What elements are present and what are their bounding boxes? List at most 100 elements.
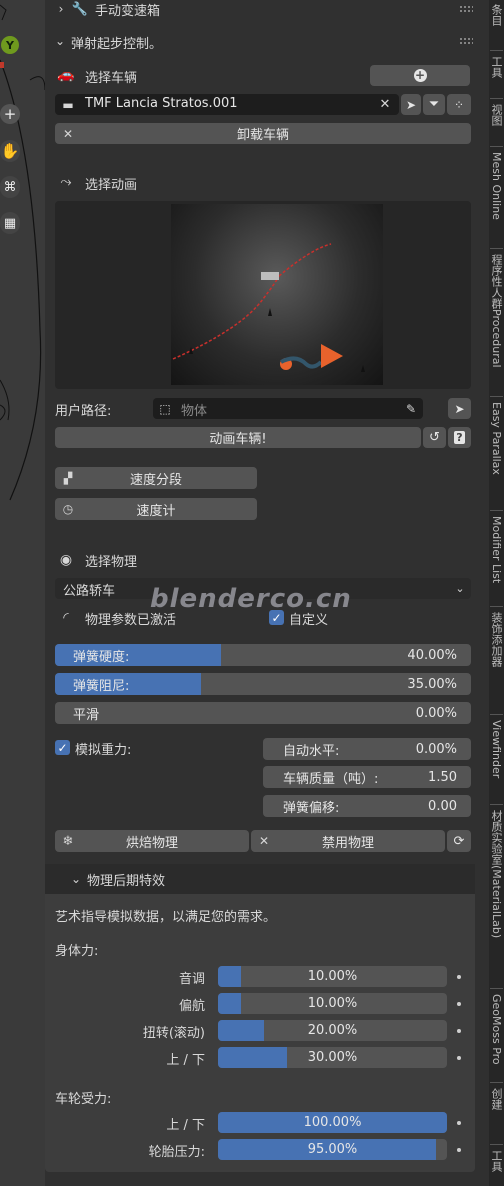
body-force-slider[interactable]: 10.00% bbox=[218, 966, 447, 987]
disable-physics-button[interactable]: ✕ 禁用物理 bbox=[251, 830, 445, 852]
select-vehicle-label: 选择车辆 bbox=[85, 71, 138, 86]
manual-shift-header[interactable]: › 🔧 手动变速箱 bbox=[45, 0, 489, 19]
x-icon: ✕ bbox=[258, 834, 270, 848]
vehicle-selector[interactable]: ▬ TMF Lancia Stratos.001 ✕ bbox=[55, 94, 399, 115]
clear-icon[interactable]: ✕ bbox=[377, 94, 393, 115]
keyframe-dot-icon[interactable] bbox=[457, 1029, 461, 1033]
slider-value: 95.00% bbox=[307, 1142, 358, 1157]
post-fx-header[interactable]: ⌄ 物理后期特效 bbox=[45, 864, 475, 894]
smooth-slider[interactable]: 平滑 0.00% bbox=[55, 702, 471, 724]
keyframe-dot-icon[interactable] bbox=[457, 975, 461, 979]
pick-vehicle-button[interactable]: ➤ bbox=[401, 94, 421, 115]
sidebar-tab[interactable]: 创建 bbox=[489, 1088, 504, 1110]
spring-offset-field[interactable]: 弹簧偏移: 0.00 bbox=[263, 795, 471, 817]
add-vehicle-button[interactable]: + bbox=[370, 65, 470, 86]
curve-icon: ⤳ bbox=[60, 174, 72, 190]
keyframe-dot-icon[interactable] bbox=[457, 1121, 461, 1125]
tab-separator bbox=[490, 988, 503, 989]
cursor-icon: ➤ bbox=[405, 97, 417, 112]
body-force-slider[interactable]: 10.00% bbox=[218, 993, 447, 1014]
select-physics-label: 选择物理 bbox=[85, 555, 138, 570]
zoom-icon[interactable]: + bbox=[0, 104, 20, 124]
hand-pan-icon[interactable]: ✋ bbox=[0, 140, 20, 162]
sidebar-tab[interactable]: Viewfinder bbox=[489, 720, 504, 778]
spring-stiffness-slider[interactable]: 弹簧硬度: 40.00% bbox=[55, 644, 471, 666]
unload-vehicle-button[interactable]: ✕ 卸载车辆 bbox=[55, 123, 471, 144]
sidebar-tab[interactable]: 装饰添加器 bbox=[489, 612, 504, 667]
slider-value: 30.00% bbox=[307, 1050, 358, 1065]
vehicle-name: TMF Lancia Stratos.001 bbox=[85, 96, 238, 111]
body-force-slider[interactable]: 20.00% bbox=[218, 1020, 447, 1041]
body-force-slider[interactable]: 30.00% bbox=[218, 1047, 447, 1068]
sidebar-tab[interactable]: Easy Parallax bbox=[489, 402, 504, 475]
slider-value: 35.00% bbox=[407, 676, 457, 692]
chevron-down-icon: ⌄ bbox=[455, 582, 465, 595]
loop-icon: ↺ bbox=[429, 430, 440, 445]
bake-physics-button[interactable]: ❄ 烘焙物理 bbox=[55, 830, 249, 852]
drag-handle-icon[interactable] bbox=[459, 37, 473, 45]
wheel-force-slider[interactable]: 95.00% bbox=[218, 1139, 447, 1160]
post-fx-description: 艺术指导模拟数据，以满足您的需求。 bbox=[55, 910, 277, 925]
refresh-icon: ⟳ bbox=[453, 833, 465, 849]
filter-button[interactable]: ⏷ bbox=[423, 94, 445, 115]
keyframe-dot-icon[interactable] bbox=[457, 1002, 461, 1006]
wheel-force-row-label: 轮胎压力: bbox=[148, 1145, 205, 1160]
launch-control-header[interactable]: ⌄ 弹射起步控制。 bbox=[45, 30, 489, 52]
grid-view-icon[interactable]: ▦ bbox=[0, 212, 20, 234]
manual-shift-title: 手动变速箱 bbox=[95, 4, 161, 19]
auto-level-field[interactable]: 自动水平: 0.00% bbox=[263, 738, 471, 760]
refresh-physics-button[interactable]: ⟳ bbox=[447, 830, 471, 852]
nodes-icon: ⁘ bbox=[453, 97, 465, 112]
vehicle-mass-value: 1.50 bbox=[428, 769, 457, 785]
sidebar-tab[interactable]: Mesh Online bbox=[489, 152, 504, 220]
reset-animation-button[interactable]: ↺ bbox=[423, 427, 446, 448]
bake-physics-label: 烘焙物理 bbox=[125, 835, 178, 851]
speedometer-button[interactable]: ◷ 速度计 bbox=[55, 498, 257, 520]
keyframe-dot-icon[interactable] bbox=[457, 1056, 461, 1060]
tab-separator bbox=[490, 804, 503, 805]
path-preview-drawing bbox=[172, 243, 365, 372]
sidebar-tab[interactable]: 条目 bbox=[489, 4, 504, 26]
animate-vehicle-button[interactable]: 动画车辆! bbox=[55, 427, 421, 448]
eyedropper-icon[interactable]: ✎ bbox=[403, 398, 419, 419]
wheel-force-label: 车轮受力: bbox=[55, 1092, 112, 1107]
path-object-field[interactable]: ⬚ 物体 ✎ bbox=[153, 398, 423, 419]
animation-thumbnail[interactable] bbox=[171, 204, 383, 385]
sidebar-tab[interactable]: Modifier List bbox=[489, 516, 504, 583]
keyframe-dot-icon[interactable] bbox=[457, 1148, 461, 1152]
help-button[interactable]: ? bbox=[448, 427, 471, 448]
slider-value: 20.00% bbox=[307, 1023, 358, 1038]
segments-icon: ▞ bbox=[63, 471, 73, 485]
slider-value: 100.00% bbox=[303, 1115, 362, 1130]
sidebar-tab[interactable]: 材质实验室(MaterialLab) bbox=[489, 810, 504, 938]
speed-segment-label: 速度分段 bbox=[129, 472, 182, 488]
viewport-strip[interactable]: Y + ✋ ⌘ ▦ bbox=[0, 0, 45, 1186]
slider-value: 10.00% bbox=[307, 969, 358, 984]
sidebar-tab[interactable]: 视图 bbox=[489, 104, 504, 126]
options-button[interactable]: ⁘ bbox=[447, 94, 471, 115]
vehicle-mass-field[interactable]: 车辆质量（吨）: 1.50 bbox=[263, 766, 471, 788]
spring-damping-slider[interactable]: 弹簧阻尼: 35.00% bbox=[55, 673, 471, 695]
disable-physics-label: 禁用物理 bbox=[321, 835, 374, 851]
user-path-label: 用户路径: bbox=[55, 404, 112, 419]
launch-control-title: 弹射起步控制。 bbox=[71, 37, 163, 52]
tab-separator bbox=[490, 510, 503, 511]
sidebar-tab[interactable]: 工具 bbox=[489, 56, 504, 78]
axis-y-gizmo[interactable]: Y bbox=[1, 36, 19, 54]
car-icon: 🚗 bbox=[57, 67, 75, 83]
wheel-force-slider[interactable]: 100.00% bbox=[218, 1112, 447, 1133]
drag-handle-icon[interactable] bbox=[459, 5, 473, 13]
sidebar-tab[interactable]: 程序性人群Procedural bbox=[489, 254, 504, 368]
watermark: blenderco.cn bbox=[150, 584, 352, 614]
pick-path-button[interactable]: ➤ bbox=[448, 398, 471, 419]
physics-preset-value: 公路轿车 bbox=[63, 584, 116, 599]
cursor-icon: ➤ bbox=[454, 401, 465, 416]
post-fx-title: 物理后期特效 bbox=[87, 874, 166, 889]
sidebar-tab[interactable]: GeoMoss Pro bbox=[489, 994, 504, 1065]
spring-offset-value: 0.00 bbox=[428, 798, 457, 814]
simulate-gravity-checkbox[interactable]: ✓ bbox=[55, 740, 70, 755]
sidebar-tab[interactable]: 工具 bbox=[489, 1150, 504, 1172]
snowflake-icon: ❄ bbox=[62, 833, 74, 849]
speed-segment-button[interactable]: ▞ 速度分段 bbox=[55, 467, 257, 489]
camera-icon[interactable]: ⌘ bbox=[0, 176, 20, 198]
